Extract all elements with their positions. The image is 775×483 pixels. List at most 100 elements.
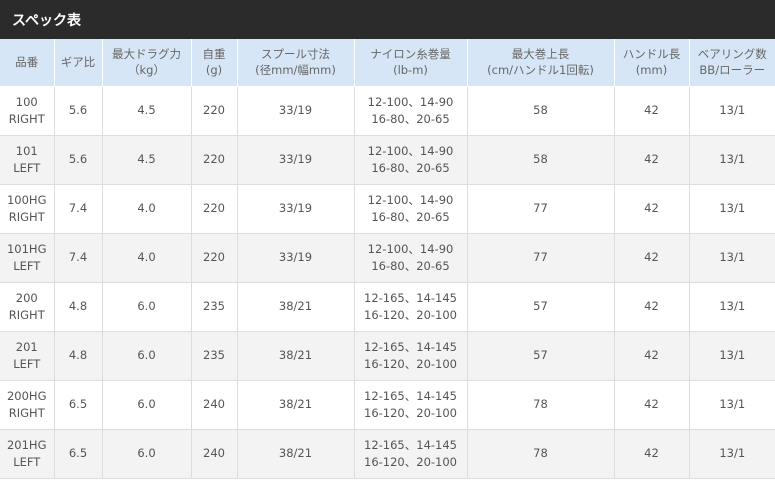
cell-text: 38/21 [278,397,313,411]
cell-text: 13/1 [719,348,746,362]
table-cell: 220 [191,233,238,283]
table-cell: 13/1 [689,380,775,430]
cell-text: 58 [533,152,548,166]
table-cell: 42 [614,135,690,185]
cell-text: 13/1 [719,152,746,166]
table-cell: 6.0 [102,380,192,430]
table-cell: 12-165、14-145 16-120、20-100 [354,331,468,381]
table-cell: 100 RIGHT [0,86,55,136]
table-row: 201HG LEFT 6.5 6.0 240 38/21 12-165、14-145 16-1… [0,429,775,479]
table-cell: 4.0 [102,184,192,234]
spec-title: スペック表 [0,0,775,39]
table-body: 100 RIGHT 5.6 4.5 220 33/19 12-100、14-90 16-80、… [0,86,775,479]
table-cell: 12-100、14-90 16-80、20-65 [354,233,468,283]
cell-text: 42 [644,103,659,117]
table-cell: 220 [191,135,238,185]
cell-text: 201 [15,339,38,354]
cell-text: 4.0 [137,250,156,264]
column-header-text: (cm/ハンドル1回転) [487,63,594,78]
table-cell: 38/21 [237,331,355,381]
table-cell: 38/21 [237,429,355,479]
cell-text: 240 [203,446,225,460]
cell-text: RIGHT [8,209,45,224]
table-cell: 77 [467,184,615,234]
table-row: 200 RIGHT 4.8 6.0 235 38/21 12-165、14-145 16-12… [0,282,775,332]
column-header-text: ベアリング数 [697,47,767,62]
cell-text: RIGHT [8,111,45,126]
table-cell: 42 [614,233,690,283]
cell-text: 220 [203,201,225,215]
cell-text: 13/1 [719,201,746,215]
cell-text: 16-120、20-100 [364,454,457,469]
table-cell: 33/19 [237,233,355,283]
table-cell: 13/1 [689,184,775,234]
cell-text: 16-80、20-65 [371,111,450,126]
cell-text: 12-100、14-90 [367,143,454,158]
cell-text: 16-80、20-65 [371,209,450,224]
table-cell: 220 [191,184,238,234]
table-cell: 4.8 [54,331,103,381]
cell-text: 100 [15,94,38,109]
column-header: 自重 (g) [191,39,238,87]
column-header: ナイロン糸巻量 (lb-m) [354,39,468,87]
table-cell: 101HG LEFT [0,233,55,283]
table-cell: 5.6 [54,135,103,185]
cell-text: 12-100、14-90 [367,192,454,207]
cell-text: 12-165、14-145 [364,437,457,452]
cell-text: 4.0 [137,201,156,215]
column-header: ギア比 [54,39,103,87]
cell-text: 38/21 [278,348,313,362]
table-cell: 38/21 [237,282,355,332]
column-header-text: (mm) [635,63,668,78]
cell-text: 6.5 [68,397,88,411]
cell-text: 78 [533,446,548,460]
cell-text: 6.0 [137,446,156,460]
cell-text: 12-165、14-145 [364,388,457,403]
table-cell: 6.0 [102,429,192,479]
cell-text: 78 [533,397,548,411]
cell-text: 16-120、20-100 [364,307,457,322]
cell-text: 4.8 [68,299,88,313]
table-cell: 13/1 [689,233,775,283]
table-cell: 6.0 [102,282,192,332]
table-cell: 4.5 [102,86,192,136]
cell-text: 16-120、20-100 [364,405,457,420]
table-cell: 201HG LEFT [0,429,55,479]
cell-text: 58 [533,103,548,117]
cell-text: 13/1 [719,299,746,313]
column-header-text: 最大巻上長 [511,47,570,62]
cell-text: 6.0 [137,299,156,313]
table-cell: 4.8 [54,282,103,332]
table-cell: 42 [614,184,690,234]
cell-text: 13/1 [719,250,746,264]
table-cell: 6.5 [54,380,103,430]
table-cell: 12-165、14-145 16-120、20-100 [354,380,468,430]
table-cell: 6.0 [102,331,192,381]
cell-text: 33/19 [278,103,313,117]
cell-text: 7.4 [68,201,88,215]
table-cell: 33/19 [237,184,355,234]
cell-text: 16-80、20-65 [371,160,450,175]
column-header: 最大巻上長 (cm/ハンドル1回転) [467,39,615,87]
cell-text: RIGHT [8,307,45,322]
table-cell: 13/1 [689,135,775,185]
cell-text: 77 [533,201,548,215]
table-cell: 12-100、14-90 16-80、20-65 [354,86,468,136]
cell-text: 33/19 [278,201,313,215]
table-cell: 235 [191,282,238,332]
cell-text: 16-120、20-100 [364,356,457,371]
cell-text: 235 [203,348,225,362]
cell-text: LEFT [13,454,41,469]
table-cell: 240 [191,429,238,479]
table-row: 100HG RIGHT 7.4 4.0 220 33/19 12-100、14-90 16-8… [0,184,775,234]
cell-text: 13/1 [719,103,746,117]
column-header-text: 品番 [15,55,39,70]
cell-text: 101HG [6,241,47,256]
cell-text: 42 [644,348,659,362]
table-cell: 13/1 [689,86,775,136]
cell-text: RIGHT [8,405,45,420]
cell-text: 5.6 [68,103,88,117]
table-cell: 13/1 [689,282,775,332]
cell-text: 6.0 [137,397,156,411]
table-cell: 78 [467,429,615,479]
